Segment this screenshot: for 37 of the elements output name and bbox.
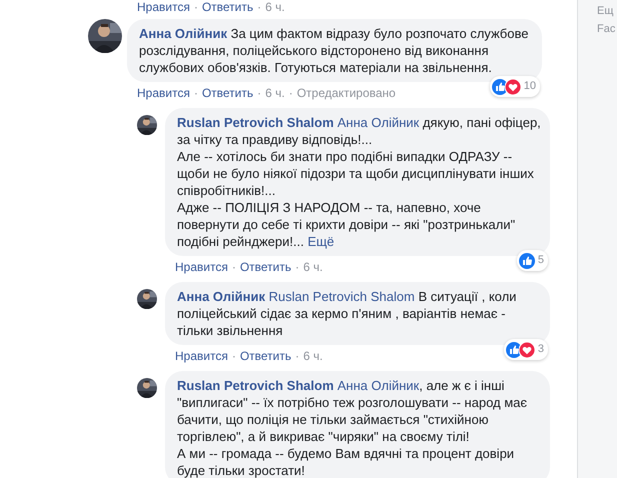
comment-text: Анна Олійник Ruslan Petrovich Shalom В ситуації , коли поліцейський сідає за кермо п'яним , варіантів немає - тільки звільнення (177, 288, 518, 339)
separator-dot: · (294, 260, 300, 274)
timestamp-text: 6 ч. (303, 349, 323, 363)
separator-dot: · (230, 349, 237, 363)
author-link[interactable]: Анна Олійник (139, 26, 228, 41)
separator-dot: · (294, 349, 300, 363)
reaction-count: 3 (538, 342, 544, 357)
action-link[interactable]: Нравится (175, 349, 228, 363)
separator-dot: · (192, 0, 199, 14)
reaction-count: 10 (524, 79, 536, 94)
timestamp-text: 6 ч. (265, 86, 285, 100)
separator-dot: · (256, 0, 262, 14)
separator-dot: · (192, 86, 199, 100)
author-link[interactable]: Ruslan Petrovich Shalom (177, 115, 334, 130)
mention-link[interactable]: Ruslan Petrovich Shalom (268, 289, 415, 304)
timestamp-text: 6 ч. (303, 260, 323, 274)
action-link[interactable]: Нравится (175, 260, 228, 274)
reaction-count: 5 (538, 253, 544, 268)
timestamp-text: Отредактировано (296, 86, 396, 100)
action-link[interactable]: Ответить (240, 260, 292, 274)
author-link[interactable]: Ruslan Petrovich Shalom (177, 378, 334, 393)
action-link[interactable]: Ответить (202, 0, 254, 14)
action-link[interactable]: Ответить (202, 86, 254, 100)
mention-link[interactable]: Анна Олійник (337, 115, 420, 130)
timestamp-text: 6 ч. (265, 0, 285, 14)
separator-dot: · (256, 86, 262, 100)
separator-dot: · (288, 86, 294, 100)
comment-text: Ruslan Petrovich Shalom Анна Олійник, але ж є і інші "виплигаси" -- їх потрібно теж розголошувати -- народ має бачити, що поліція не тільки займається "стихійною торгівлею", а й викриває "чиряки" на своєму тілі! А ми -- громада -- будемо Вам вдячні та процент довіри буде тільки зростати! (177, 377, 528, 478)
action-link[interactable]: Ответить (240, 349, 292, 363)
comment-text: Ruslan Petrovich Shalom Анна Олійник дякую, пані офіцер, за чітку та правдиву відповідь!... Але -- хотілось би знати про подібні випадки ОДРАЗУ -- щоби не було ніякої підозри та щоби дисциплінувати інших співробітників!... Адже -- ПОЛІЦІЯ З НАРОДОМ -- та, напевно, хоче повернути до себе ті крихти довіри -- які "розтринькали" подібні рейнджери!... Ещё (177, 114, 542, 250)
comment-text: Анна Олійник За цим фактом відразу було розпочато службове розслідування, поліцейського відсторонено від виконання службових обов'язків. Готуються матеріали на звільнення. (139, 25, 530, 76)
mention-link[interactable]: Анна Олійник (337, 378, 420, 393)
see-more-link[interactable]: Ещё (308, 234, 334, 249)
action-link[interactable]: Нравится (137, 0, 190, 14)
action-link[interactable]: Нравится (137, 86, 190, 100)
separator-dot: · (230, 260, 237, 274)
author-link[interactable]: Анна Олійник (177, 289, 266, 304)
